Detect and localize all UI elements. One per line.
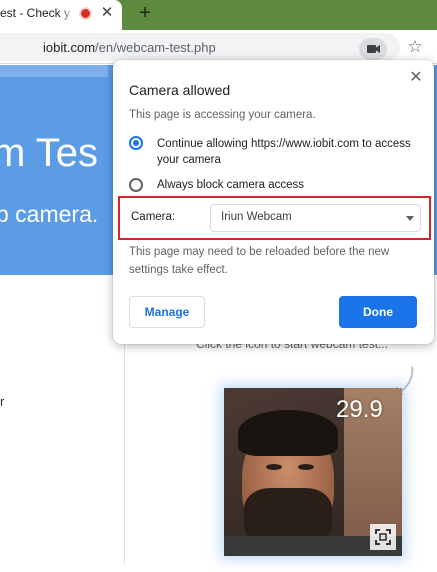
webcam-preview[interactable]: 29.9 [224, 388, 402, 556]
bookmark-star-icon[interactable]: ☆ [404, 36, 426, 58]
hero-top-strip [0, 65, 108, 77]
reload-note: This page may need to be reloaded before… [129, 246, 390, 276]
fullscreen-button[interactable] [370, 524, 396, 550]
camera-selector-row: Camera: Iriun Webcam [118, 196, 431, 240]
done-button[interactable]: Done [339, 296, 417, 328]
camera-select[interactable]: Iriun Webcam [210, 204, 421, 232]
camera-icon [367, 45, 380, 53]
url-path: /en/webcam-test.php [95, 40, 216, 55]
fullscreen-icon [375, 529, 391, 545]
allow-radio-label[interactable]: Continue allowing https://www.iobit.com … [157, 136, 412, 168]
tab-strip: est - Check y ✕ + [0, 0, 437, 30]
camera-label: Camera: [131, 211, 176, 223]
toolbar: iobit.com/en/webcam-test.php ☆ [0, 30, 437, 64]
side-text: r [0, 394, 5, 409]
chevron-down-icon [406, 216, 414, 221]
new-tab-button[interactable]: + [134, 2, 156, 24]
camera-indicator-button[interactable] [359, 38, 387, 60]
address-bar[interactable]: iobit.com/en/webcam-test.php [0, 33, 400, 61]
tab-close-icon[interactable]: ✕ [97, 3, 117, 23]
manage-button[interactable]: Manage [129, 296, 205, 328]
active-tab[interactable]: est - Check y ✕ [0, 0, 122, 30]
url-text: iobit.com/en/webcam-test.php [43, 40, 216, 55]
popup-description: This page is accessing your camera. [129, 109, 316, 121]
url-host: iobit.com [43, 40, 96, 55]
hero-subtitle: b camera. [0, 201, 99, 227]
tab-title: est - Check y [0, 6, 71, 20]
hero-title: m Tes [0, 131, 98, 175]
webcam-eye-right [298, 464, 314, 470]
recording-indicator-icon [79, 7, 92, 20]
hero-banner: m Tes b camera. [0, 65, 123, 275]
block-radio[interactable] [129, 178, 143, 192]
webcam-hair [238, 410, 338, 456]
camera-select-value: Iriun Webcam [221, 211, 292, 223]
fps-readout: 29.9 [336, 396, 383, 423]
allow-radio[interactable] [129, 136, 143, 150]
block-radio-label[interactable]: Always block camera access [157, 177, 304, 193]
popup-close-icon[interactable]: ✕ [405, 67, 427, 89]
camera-permission-popup: Camera allowed ✕ This page is accessing … [113, 60, 434, 344]
webcam-eye-left [266, 464, 282, 470]
popup-title: Camera allowed [129, 82, 231, 98]
browser-window: est - Check y ✕ + iobit.com/en/webcam-te… [0, 0, 437, 572]
